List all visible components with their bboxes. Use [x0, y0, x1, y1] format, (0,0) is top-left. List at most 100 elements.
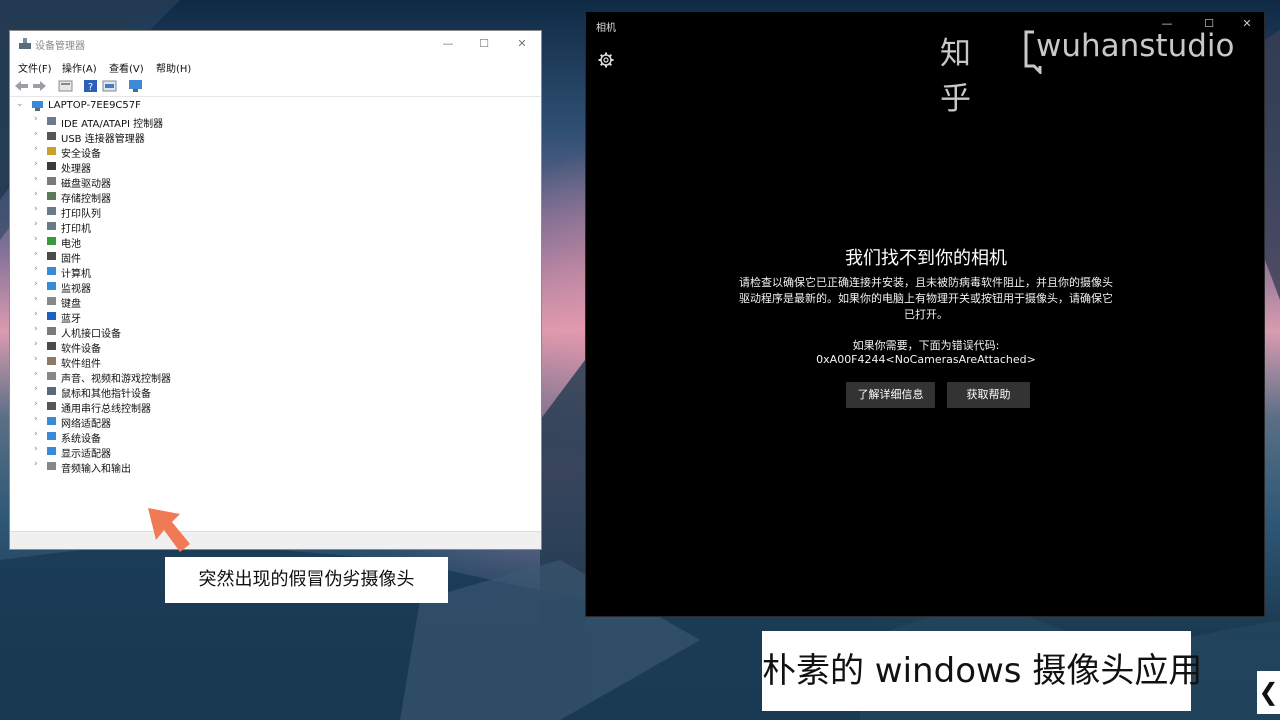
tree-item-label: 音频输入和输出 [61, 464, 131, 475]
storage-controller-icon [47, 192, 56, 200]
menu-bar: 文件(F) 操作(A) 查看(V) 帮助(H) [10, 57, 541, 75]
tree-item-label: IDE ATA/ATAPI 控制器 [61, 119, 164, 130]
ide-controller-icon [47, 117, 56, 125]
tree-item-label: 电池 [61, 239, 81, 250]
bluetooth-icon [47, 312, 56, 320]
expand-chevron-icon[interactable]: › [34, 189, 38, 199]
expand-chevron-icon[interactable]: › [34, 159, 38, 169]
maximize-button[interactable]: ☐ [466, 35, 502, 53]
menu-help[interactable]: 帮助(H) [156, 60, 191, 75]
collapse-chevron-icon[interactable]: ⌄ [16, 99, 24, 109]
expand-chevron-icon[interactable]: › [34, 234, 38, 244]
tree-item-label: 打印机 [61, 224, 91, 235]
menu-view[interactable]: 查看(V) [109, 60, 144, 75]
svg-text:?: ? [88, 82, 93, 93]
tree-item-label: 蓝牙 [61, 314, 81, 325]
software-component-icon [47, 357, 56, 365]
expand-chevron-icon[interactable]: › [34, 129, 38, 139]
expand-chevron-icon[interactable]: › [34, 324, 38, 334]
expand-chevron-icon[interactable]: › [34, 339, 38, 349]
update-driver-icon[interactable] [102, 79, 117, 93]
close-button[interactable]: ✕ [504, 35, 540, 53]
usb-icon [47, 132, 56, 140]
tree-item-label: 软件设备 [61, 344, 101, 355]
expand-chevron-icon[interactable]: › [34, 249, 38, 259]
keyboard-icon [47, 297, 56, 305]
pointer-arrow-icon [148, 508, 190, 552]
camera-title: 相机 [596, 23, 616, 34]
usb-controller-icon [47, 402, 56, 410]
expand-chevron-icon[interactable]: › [34, 459, 38, 469]
camera-error-description: 请检查以确保它已正确连接并安装，且未被防病毒软件阻止，并且你的摄像头驱动程序是最… [739, 276, 1113, 321]
back-arrow-icon[interactable] [14, 79, 29, 93]
watermark-author: wuhanstudio [1036, 28, 1235, 64]
printer-icon [47, 222, 56, 230]
tree-item-label: USB 连接器管理器 [61, 134, 145, 145]
tree-item-label: 固件 [61, 254, 81, 265]
tree-item-label: 安全设备 [61, 149, 101, 160]
watermark-site: 知乎 [940, 36, 975, 117]
camera-window: 相机 — ☐ ✕ 我们找不到你的相机 请检查以确保它已正确连接并安装，且未被防病… [585, 11, 1265, 617]
computer-icon [47, 267, 56, 275]
tree-item-label: 监视器 [61, 284, 91, 295]
expand-chevron-icon[interactable]: › [34, 399, 38, 409]
firmware-icon [47, 252, 56, 260]
toolbar: ? [10, 75, 541, 97]
tree-item-label: 计算机 [61, 269, 91, 280]
tree-item-label: 键盘 [61, 299, 81, 310]
status-bar [10, 531, 541, 549]
scan-hardware-icon[interactable] [128, 79, 143, 93]
caption-camera-app: 朴素的 windows 摄像头应用 [762, 631, 1202, 711]
caption-fake-camera: 突然出现的假冒伪劣摄像头 [165, 557, 448, 603]
disk-drive-icon [47, 177, 56, 185]
minimize-button[interactable]: — [430, 35, 466, 53]
learn-more-button[interactable]: 了解详细信息 [846, 382, 935, 408]
expand-chevron-icon[interactable]: › [34, 309, 38, 319]
tree-item-label: 软件组件 [61, 359, 101, 370]
tree-item-label: 鼠标和其他指针设备 [61, 389, 151, 400]
device-manager-title: 设备管理器 [35, 41, 85, 52]
expand-chevron-icon[interactable]: › [34, 444, 38, 454]
print-queue-icon [47, 207, 56, 215]
expand-chevron-icon[interactable]: › [34, 144, 38, 154]
expand-chevron-icon[interactable]: › [34, 354, 38, 364]
device-manager-titlebar[interactable]: 设备管理器 — ☐ ✕ [10, 31, 541, 57]
expand-chevron-icon[interactable]: › [34, 414, 38, 424]
expand-chevron-icon[interactable]: › [34, 369, 38, 379]
tree-item-label: 存储控制器 [61, 194, 111, 205]
expand-chevron-icon[interactable]: › [34, 204, 38, 214]
expand-chevron-icon[interactable]: › [34, 219, 38, 229]
hid-icon [47, 327, 56, 335]
mouse-icon [47, 387, 56, 395]
menu-file[interactable]: 文件(F) [18, 60, 52, 75]
expand-chevron-icon[interactable]: › [34, 384, 38, 394]
processor-icon [47, 162, 56, 170]
expand-chevron-icon[interactable]: › [34, 294, 38, 304]
expand-chevron-icon[interactable]: › [34, 429, 38, 439]
forward-arrow-icon[interactable] [32, 79, 47, 93]
side-chevron-button[interactable]: ❮ [1257, 671, 1280, 714]
security-device-icon [47, 147, 56, 155]
expand-chevron-icon[interactable]: › [34, 114, 38, 124]
battery-icon [47, 237, 56, 245]
monitor-icon [47, 282, 56, 290]
expand-chevron-icon[interactable]: › [34, 174, 38, 184]
tree-item-label: 处理器 [61, 164, 91, 175]
tree-item-label: 人机接口设备 [61, 329, 121, 340]
help-icon[interactable]: ? [83, 79, 98, 93]
audio-io-icon [47, 462, 56, 470]
computer-icon [32, 101, 43, 111]
device-manager-icon [19, 38, 31, 49]
error-code: 0xA00F4244<NoCamerasAreAttached> [816, 353, 1036, 366]
tree-item-label: 声音、视频和游戏控制器 [61, 374, 171, 385]
get-help-button[interactable]: 获取帮助 [947, 382, 1030, 408]
system-device-icon [47, 432, 56, 440]
camera-close-button[interactable]: ✕ [1230, 17, 1264, 30]
expand-chevron-icon[interactable]: › [34, 279, 38, 289]
expand-chevron-icon[interactable]: › [34, 264, 38, 274]
properties-icon[interactable] [58, 79, 73, 93]
settings-gear-icon[interactable] [598, 52, 614, 68]
device-tree: ⌄ LAPTOP-7EE9C57F › IDE ATA/ATAPI 控制器 › USB… [10, 97, 541, 527]
network-adapter-icon [47, 417, 56, 425]
menu-action[interactable]: 操作(A) [62, 60, 97, 75]
